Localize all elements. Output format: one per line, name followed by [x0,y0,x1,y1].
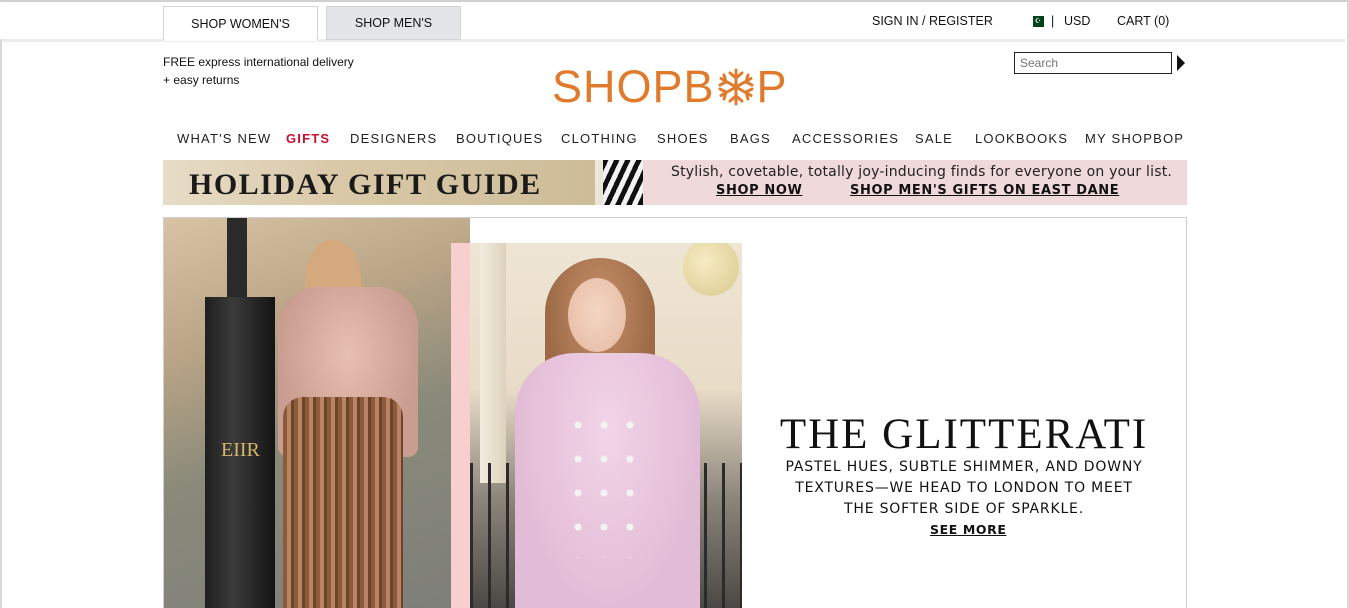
royal-crest-emblem: EIIR [221,439,260,461]
currency-selector[interactable]: USD [1064,14,1090,28]
banner-shop-now-link[interactable]: SHOP NOW [716,183,802,198]
cart-link[interactable]: CART (0) [1117,14,1169,28]
holiday-gift-guide-banner[interactable]: HOLIDAY GIFT GUIDE Stylish, covetable, t… [163,160,1187,205]
pleated-metallic-skirt [283,397,403,608]
nav-gifts[interactable]: GIFTS [286,131,330,146]
hero-description-line-3: THE SOFTER SIDE OF SPARKLE. [844,501,1084,517]
nav-clothing[interactable]: CLOTHING [561,131,638,146]
pakistan-flag-icon[interactable]: ☪ [1029,16,1044,27]
nav-boutiques[interactable]: BOUTIQUES [456,131,543,146]
currency-separator: | [1051,14,1055,28]
hero-photo-woman-with-lamppost[interactable]: EIIR [164,218,470,608]
see-more-link[interactable]: SEE MORE [930,522,1006,537]
free-delivery-promo: FREE express international delivery + ea… [163,53,354,89]
banner-title: HOLIDAY GIFT GUIDE [189,168,542,201]
banner-title-panel: HOLIDAY GIFT GUIDE [163,160,618,205]
banner-shop-mens-gifts-link[interactable]: SHOP MEN'S GIFTS ON EAST DANE [850,183,1119,198]
logo-text-right: P [756,61,788,112]
snowflake-icon [718,68,754,105]
search-submit-arrow-icon[interactable] [1177,55,1185,71]
promo-line-1: FREE express international delivery [163,55,354,69]
banner-subtitle: Stylish, covetable, totally joy-inducing… [671,164,1173,180]
nav-sale[interactable]: SALE [915,131,953,146]
nav-whats-new[interactable]: WHAT'S NEW [177,131,271,146]
hero-description-line-2: TEXTURES—WE HEAD TO LONDON TO MEET [795,480,1133,496]
logo-text-left: SHOPB [552,61,715,112]
tab-shop-mens[interactable]: SHOP MEN'S [326,6,461,40]
hero-title: THE GLITTERATI [779,411,1149,458]
street-lamp-globe [683,243,739,296]
promo-line-2: + easy returns [163,73,240,87]
glitterati-hero[interactable]: EIIR THE GLITTERATI PASTEL HUES, SUBTLE … [163,217,1187,608]
hero-description: PASTEL HUES, SUBTLE SHIMMER, AND DOWNY T… [762,457,1166,520]
nav-designers[interactable]: DESIGNERS [350,131,437,146]
model-face [568,278,626,352]
striped-ribbon-graphic [603,160,643,205]
nav-lookbooks[interactable]: LOOKBOOKS [975,131,1068,146]
nav-shoes[interactable]: SHOES [657,131,709,146]
nav-my-shopbop[interactable]: MY SHOPBOP [1085,131,1184,146]
tab-shop-womens[interactable]: SHOP WOMEN'S [163,6,318,41]
building-pillar [480,243,506,483]
coat-buttons [565,408,645,558]
search-input[interactable] [1014,52,1172,74]
main-navigation: WHAT'S NEW GIFTS DESIGNERS BOUTIQUES CLO… [0,131,1349,149]
shopbop-logo[interactable]: SHOPB P [552,64,788,109]
sign-in-register-link[interactable]: SIGN IN / REGISTER [872,14,993,28]
nav-accessories[interactable]: ACCESSORIES [792,131,899,146]
hero-description-line-1: PASTEL HUES, SUBTLE SHIMMER, AND DOWNY [785,459,1143,475]
hero-photo-woman-in-pink-coat[interactable] [470,243,742,608]
lamppost-top [227,218,247,307]
nav-bags[interactable]: BAGS [730,131,771,146]
banner-info-panel: Stylish, covetable, totally joy-inducing… [643,160,1187,205]
